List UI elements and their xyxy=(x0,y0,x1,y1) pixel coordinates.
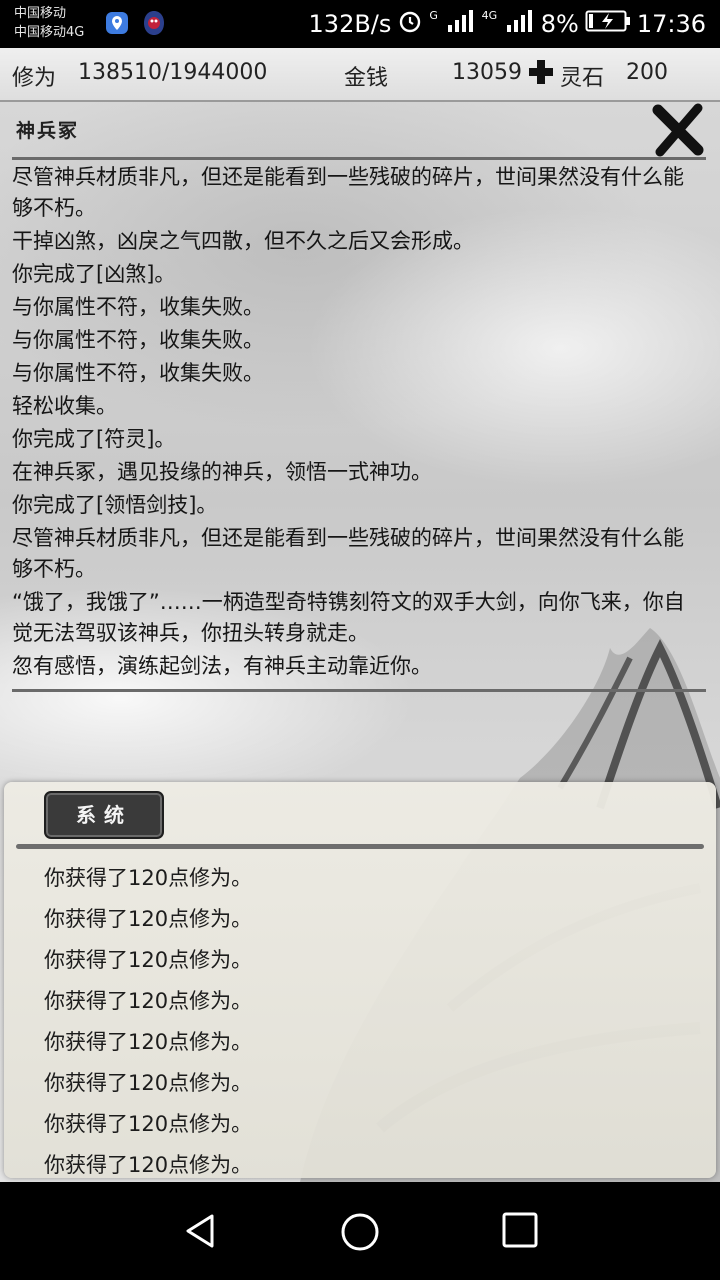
cultivation-value: 138510/1944000 xyxy=(78,60,268,85)
navigation-bar xyxy=(0,1182,720,1280)
system-message: 你获得了120点修为。 xyxy=(44,989,253,1013)
system-panel: 系统 你获得了120点修为。 你获得了120点修为。 你获得了120点修为。 你获得了… xyxy=(4,782,716,1178)
log-entry: 你完成了[符灵]。 xyxy=(12,427,176,451)
alarm-icon xyxy=(397,8,423,40)
spirit-stone-value: 200 xyxy=(626,60,668,85)
system-message: 你获得了120点修为。 xyxy=(44,1071,253,1095)
battery-charging-icon xyxy=(585,9,631,39)
back-icon[interactable] xyxy=(182,1212,220,1250)
log-entry: 你完成了[领悟剑技]。 xyxy=(12,493,218,517)
system-message: 你获得了120点修为。 xyxy=(44,1030,253,1054)
signal-2-label: 4G xyxy=(481,9,498,22)
close-icon xyxy=(652,103,704,157)
log-entry: 忽有感悟，演练起剑法，有神兵主动靠近你。 xyxy=(12,654,432,678)
carrier-info: 中国移动 中国移动4G xyxy=(14,4,84,42)
log-divider-bottom xyxy=(12,689,706,692)
system-message: 你获得了120点修为。 xyxy=(44,948,253,972)
log-entry: 尽管神兵材质非凡，但还是能看到一些残破的碎片，世间果然没有什么能够不朽。 xyxy=(12,526,684,581)
log-entry: 与你属性不符，收集失败。 xyxy=(12,361,264,385)
clock: 17:36 xyxy=(636,10,706,38)
system-message: 你获得了120点修为。 xyxy=(44,1153,253,1177)
signal-icon-1: G xyxy=(429,9,475,39)
log-entry: 轻松收集。 xyxy=(12,394,117,418)
game-screen: 修为 138510/1944000 金钱 13059 灵石 200 神兵冢 尽管… xyxy=(0,48,720,1182)
network-speed: 132B/s xyxy=(308,10,392,38)
log-entry: 在神兵冢，遇见投缘的神兵，领悟一式神功。 xyxy=(12,460,432,484)
money-label: 金钱 xyxy=(344,66,389,91)
system-message-list[interactable]: 你获得了120点修为。 你获得了120点修为。 你获得了120点修为。 你获得了120… xyxy=(44,858,684,1178)
log-divider-top xyxy=(12,157,706,160)
system-divider xyxy=(16,844,704,849)
carrier-2: 中国移动4G xyxy=(14,25,85,40)
signal-1-label: G xyxy=(429,9,438,22)
home-icon[interactable] xyxy=(340,1212,380,1252)
signal-icon-2: 4G xyxy=(482,9,535,39)
battery-percent: 8% xyxy=(540,10,579,38)
add-money-icon[interactable] xyxy=(527,58,555,92)
event-log[interactable]: 尽管神兵材质非凡，但还是能看到一些残破的碎片，世间果然没有什么能够不朽。干掉凶煞… xyxy=(12,162,702,688)
panel-title: 神兵冢 xyxy=(16,120,80,142)
close-button[interactable] xyxy=(650,102,706,158)
spirit-stone-label: 灵石 xyxy=(560,66,605,91)
system-message: 你获得了120点修为。 xyxy=(44,866,253,890)
system-tab[interactable]: 系统 xyxy=(44,791,164,839)
system-message: 你获得了120点修为。 xyxy=(44,1112,253,1136)
log-entry: 尽管神兵材质非凡，但还是能看到一些残破的碎片，世间果然 xyxy=(12,684,702,688)
log-entry: 与你属性不符，收集失败。 xyxy=(12,295,264,319)
log-entry: 尽管神兵材质非凡，但还是能看到一些残破的碎片，世间果然没有什么能够不朽。 xyxy=(12,165,684,220)
carrier-1: 中国移动 xyxy=(14,6,67,21)
game-app-icon xyxy=(142,10,166,36)
cultivation-label: 修为 xyxy=(12,66,57,91)
money-value: 13059 xyxy=(452,60,522,85)
recents-icon[interactable] xyxy=(502,1212,538,1248)
log-entry: “饿了，我饿了”……一柄造型奇特镌刻符文的双手大剑，向你飞来，你自觉无法驾驭该神… xyxy=(12,590,685,645)
log-entry: 与你属性不符，收集失败。 xyxy=(12,328,264,352)
log-entry: 干掉凶煞，凶戾之气四散，但不久之后又会形成。 xyxy=(12,229,474,253)
status-bar: 中国移动 中国移动4G 132B/s G 4G 8% 17:36 xyxy=(0,0,720,48)
log-entry: 你完成了[凶煞]。 xyxy=(12,262,176,286)
system-message: 你获得了120点修为。 xyxy=(44,907,253,931)
location-app-icon xyxy=(106,12,128,34)
stats-bar: 修为 138510/1944000 金钱 13059 灵石 200 xyxy=(0,48,720,102)
